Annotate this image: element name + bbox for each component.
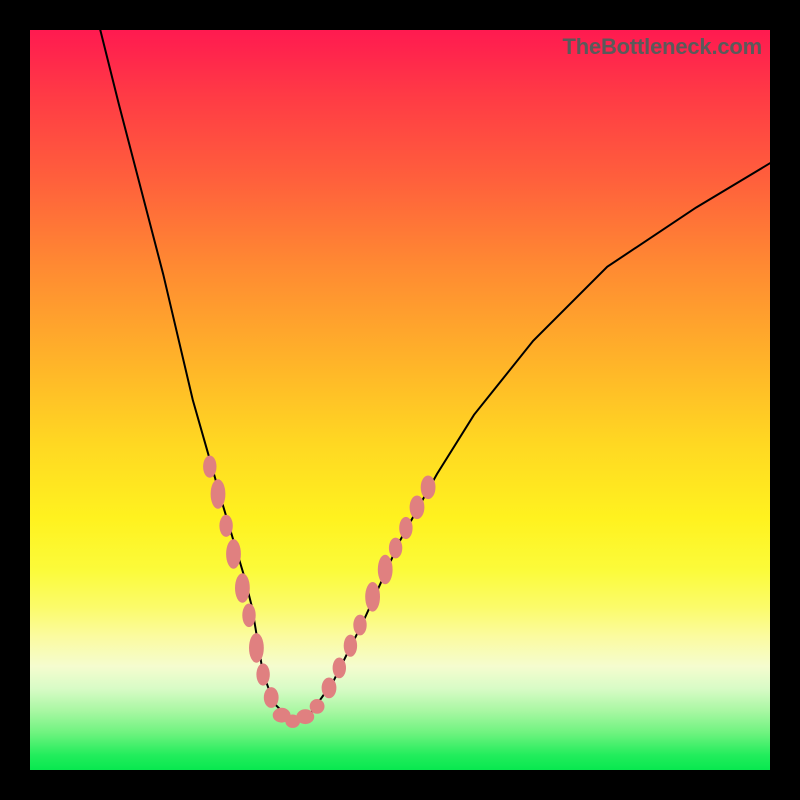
chart-frame: TheBottleneck.com — [0, 0, 800, 800]
data-marker — [211, 479, 226, 509]
data-marker — [421, 476, 436, 500]
data-marker — [226, 539, 241, 569]
data-marker — [249, 633, 264, 663]
bottleneck-curve — [82, 0, 770, 722]
data-marker — [296, 709, 314, 724]
data-marker — [333, 658, 346, 679]
data-marker — [322, 678, 337, 699]
data-marker — [235, 573, 250, 603]
data-marker — [344, 635, 357, 657]
plot-area: TheBottleneck.com — [30, 30, 770, 770]
data-marker — [410, 496, 425, 520]
data-marker — [310, 699, 325, 714]
data-marker — [365, 582, 380, 612]
data-marker — [389, 538, 402, 559]
data-marker — [242, 604, 255, 628]
data-marker — [256, 663, 269, 685]
data-marker — [353, 615, 366, 636]
data-marker — [378, 555, 393, 585]
data-marker — [399, 517, 412, 539]
marker-group — [203, 456, 435, 728]
data-marker — [219, 515, 232, 537]
data-marker — [264, 687, 279, 708]
data-marker — [203, 456, 216, 478]
curve-svg — [30, 30, 770, 770]
